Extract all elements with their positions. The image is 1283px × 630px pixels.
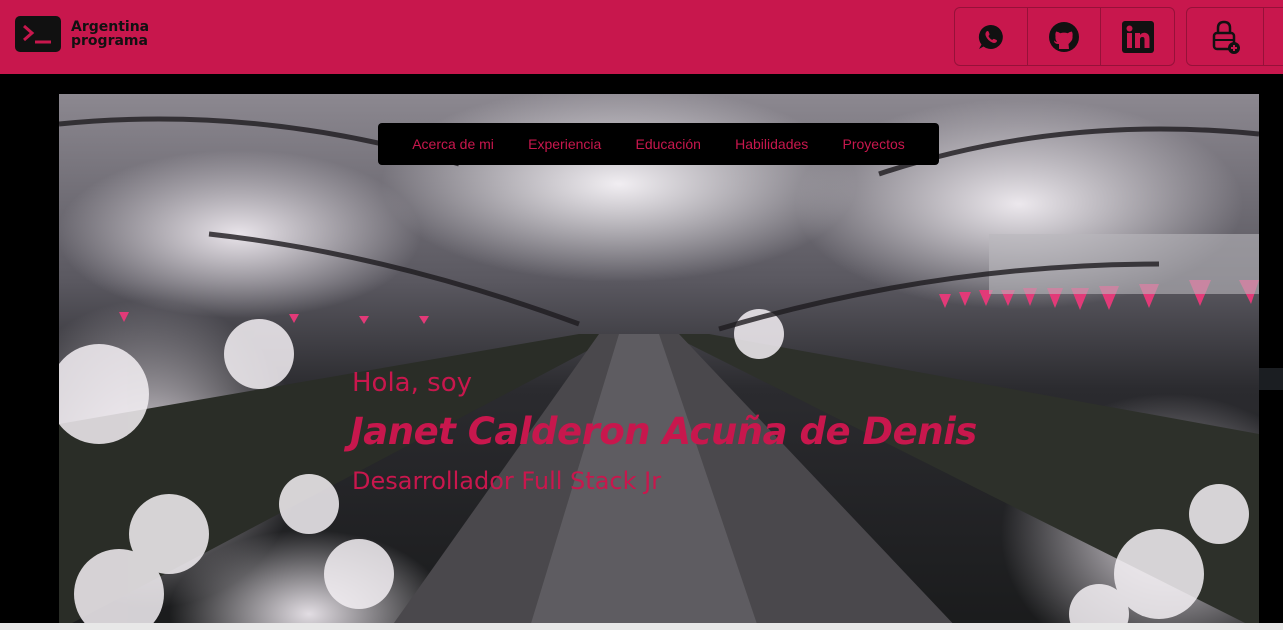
brand-name: Argentina programa [71,20,149,48]
top-header: Argentina programa [0,0,1283,74]
github-icon [1049,21,1079,52]
linkedin-button[interactable] [1101,8,1174,65]
brand[interactable]: Argentina programa [15,16,149,52]
section-nav: Acerca de mi Experiencia Educación Habil… [378,123,939,165]
hero-role: Desarrollador Full Stack Jr [352,467,662,495]
nav-link-about[interactable]: Acerca de mi [412,136,494,152]
social-links [954,7,1175,66]
whatsapp-icon [978,24,1003,49]
linkedin-icon [1121,20,1154,53]
hero-banner: Hola, soy Janet Calderon Acuña de Denis … [59,94,1259,630]
side-panel-edge [1259,368,1283,390]
hero-greeting: Hola, soy [352,368,472,398]
nav-link-experience[interactable]: Experiencia [528,136,601,152]
login-button[interactable] [1187,8,1264,65]
lock-add-icon [1212,20,1240,54]
bottom-taskbar-edge [0,623,1283,630]
github-button[interactable] [1028,8,1101,65]
terminal-icon [15,16,61,52]
nav-link-skills[interactable]: Habilidades [735,136,808,152]
cherry-blossom-canal-photo [59,116,1259,630]
hero-name: Janet Calderon Acuña de Denis [350,410,977,453]
brand-line-2: programa [71,33,148,49]
nav-link-projects[interactable]: Proyectos [843,136,905,152]
brand-line-1: Argentina [71,19,150,35]
whatsapp-button[interactable] [955,8,1028,65]
login-area [1186,7,1283,66]
nav-link-education[interactable]: Educación [636,136,701,152]
